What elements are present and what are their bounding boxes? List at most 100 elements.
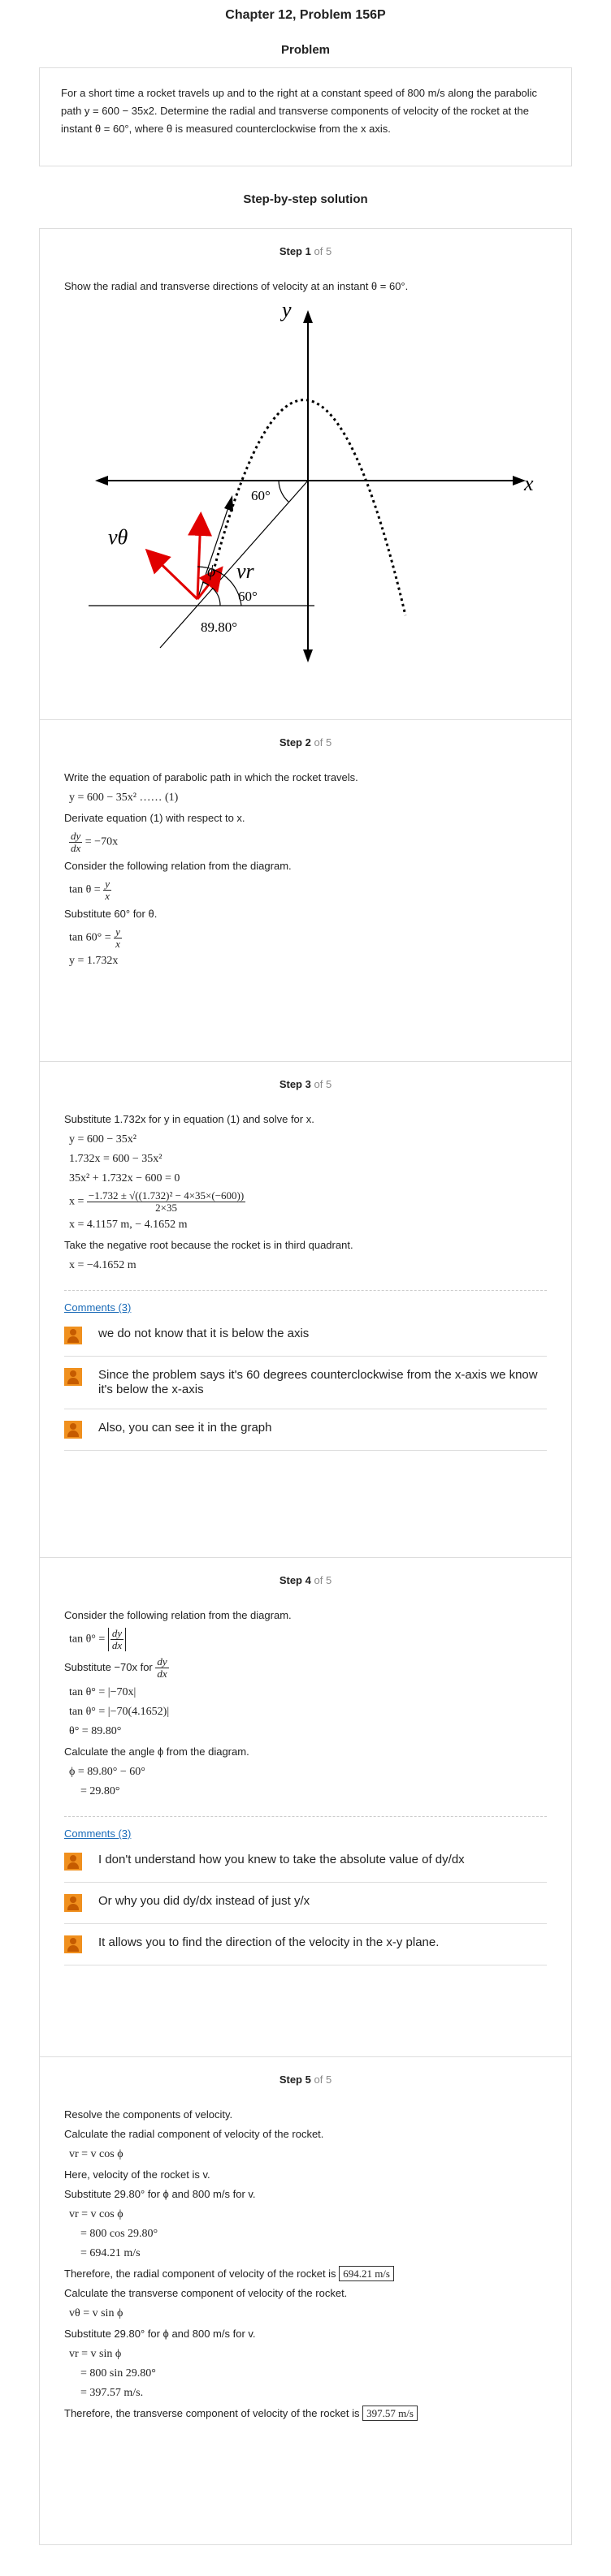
fraction: dy dx [69, 830, 83, 854]
math-line: vr = v sin ϕ [69, 2348, 122, 2360]
step-number: 3 [305, 1078, 311, 1090]
comment-text: I don't understand how you knew to take … [98, 1853, 465, 1866]
step-word: Step [279, 736, 302, 749]
comments-link[interactable]: Comments (3) [64, 1827, 131, 1840]
comment-text: Or why you did dy/dx instead of just y/x [98, 1894, 310, 1908]
step-text: Show the radial and transverse direction… [64, 280, 409, 292]
comment-text: It allows you to find the direction of t… [98, 1935, 440, 1949]
step-word: Step [279, 245, 302, 257]
comment-item: Or why you did dy/dx instead of just y/x [64, 1883, 547, 1924]
angle-60-top: 60° [251, 488, 271, 503]
step-4: Step 4 of 5 Consider the following relat… [40, 1558, 571, 2057]
step-number: 5 [305, 2073, 311, 2086]
step-5: Step 5 of 5 Resolve the components of ve… [40, 2057, 571, 2545]
fraction: −1.732 ± √((1.732)² − 4×35×(−600)) 2×35 [86, 1189, 246, 1214]
step-text: Calculate the transverse component of ve… [64, 2287, 348, 2299]
step-number: 2 [305, 736, 311, 749]
step-total: of 5 [314, 1574, 332, 1586]
step-text: Calculate the radial component of veloci… [64, 2128, 324, 2140]
step-text: Derivate equation (1) with respect to x. [64, 812, 245, 824]
fraction: yx [103, 878, 111, 902]
fraction: dy dx [155, 1655, 169, 1680]
fraction: yx [114, 926, 122, 950]
math-line: x = −1.732 ± √((1.732)² − 4×35×(−600)) 2×… [69, 1189, 246, 1214]
math-line: θ° = 89.80° [69, 1725, 122, 1737]
math-line: y = 1.732x [69, 955, 119, 967]
page-title: Chapter 12, Problem 156P [225, 8, 386, 22]
step-total: of 5 [314, 245, 332, 257]
comments-section: Comments (3) I don't understand how you … [64, 1816, 547, 1965]
answer-box: 397.57 m/s [362, 2406, 418, 2421]
angle-60-arc-bottom [211, 587, 221, 606]
math-line: y = 600 − 35x² …… (1) [69, 792, 179, 804]
steps-container: Step 1 of 5 Show the radial and transver… [39, 228, 572, 2545]
x-axis-label: x [523, 472, 534, 495]
comment-item: It allows you to find the direction of t… [64, 1924, 547, 1965]
step-text: Here, velocity of the rocket is v. [64, 2168, 210, 2181]
math-line: tan θ = yx [69, 878, 111, 902]
step-text: Calculate the angle ϕ from the diagram. [64, 1745, 249, 1758]
math-line: y = 600 − 35x² [69, 1133, 136, 1146]
step-text: Substitute 29.80° for ϕ and 800 m/s for … [64, 2328, 256, 2340]
comment-item: I don't understand how you knew to take … [64, 1841, 547, 1883]
angle-89-label: 89.80° [201, 619, 237, 635]
step-header: Step 5 of 5 [64, 2057, 547, 2096]
step-header: Step 3 of 5 [64, 1062, 547, 1101]
step-word: Step [279, 1574, 302, 1586]
step-text: Take the negative root because the rocke… [64, 1239, 353, 1251]
step-3: Step 3 of 5 Substitute 1.732x for y in e… [40, 1062, 571, 1558]
step-word: Step [279, 2073, 302, 2086]
solution-heading: Step-by-step solution [243, 192, 368, 206]
vtheta-arrow [145, 548, 199, 601]
math-line: tan θ° = |−70(4.1652)| [69, 1706, 170, 1718]
comment-text: Since the problem says it's 60 degrees c… [98, 1368, 538, 1396]
step-text: Substitute 60° for θ. [64, 908, 158, 920]
avatar-icon [64, 1894, 82, 1912]
math-line: 35x² + 1.732x − 600 = 0 [69, 1172, 180, 1184]
step-text: Substitute 1.732x for y in equation (1) … [64, 1113, 314, 1125]
step-number: 4 [305, 1574, 311, 1586]
problem-heading: Problem [280, 43, 330, 57]
comment-item: Also, you can see it in the graph [64, 1409, 547, 1451]
step-total: of 5 [314, 2073, 332, 2086]
step-text: Consider the following relation from the… [64, 860, 292, 872]
math-line: = 29.80° [80, 1785, 120, 1797]
math-line: tan θ° = dy dx [69, 1628, 547, 1651]
step-text: Substitute −70x for dy dx [64, 1655, 169, 1680]
vtheta-label: vθ [108, 525, 128, 549]
vr-label: vr [236, 559, 255, 583]
step-text: Therefore, the radial component of veloc… [64, 2266, 547, 2281]
step-header: Step 4 of 5 [64, 1558, 547, 1597]
math-line: x = −4.1652 m [69, 1259, 136, 1271]
math-line: vr = v cos ϕ [69, 2208, 124, 2220]
step-header: Step 1 of 5 [64, 229, 547, 268]
step-text: Substitute 29.80° for ϕ and 800 m/s for … [64, 2188, 256, 2200]
math-line: tan 60° = yx [69, 926, 122, 950]
math-line: 1.732x = 600 − 35x² [69, 1153, 162, 1165]
math-line: tan θ° = |−70x| [69, 1686, 136, 1698]
step-text: Resolve the components of velocity. [64, 2108, 233, 2121]
step-total: of 5 [314, 1078, 332, 1090]
comments-link[interactable]: Comments (3) [64, 1301, 131, 1314]
step-total: of 5 [314, 736, 332, 749]
step-text: Consider the following relation from the… [64, 1609, 292, 1621]
step-text: Write the equation of parabolic path in … [64, 771, 358, 783]
math-line: dy dx = −70x [69, 830, 119, 854]
y-axis-label: y [280, 299, 292, 321]
comment-item: we do not know that it is below the axis [64, 1315, 547, 1357]
math-line: x = 4.1157 m, − 4.1652 m [69, 1219, 188, 1231]
angle-60-arc-top [278, 480, 289, 503]
velocity-arrow [188, 511, 213, 600]
step-number: 1 [305, 245, 311, 257]
step-1: Step 1 of 5 Show the radial and transver… [40, 229, 571, 720]
avatar-icon [64, 1368, 82, 1386]
answer-box: 694.21 m/s [339, 2266, 394, 2281]
avatar-icon [64, 1935, 82, 1953]
math-line: = 397.57 m/s. [80, 2387, 144, 2399]
math-line: = 694.21 m/s [80, 2247, 141, 2259]
math-line: = 800 cos 29.80° [80, 2228, 158, 2240]
step-header: Step 2 of 5 [64, 720, 547, 759]
fraction: dy dx [110, 1627, 124, 1651]
avatar-icon [64, 1421, 82, 1439]
problem-statement: For a short time a rocket travels up and… [39, 67, 572, 166]
